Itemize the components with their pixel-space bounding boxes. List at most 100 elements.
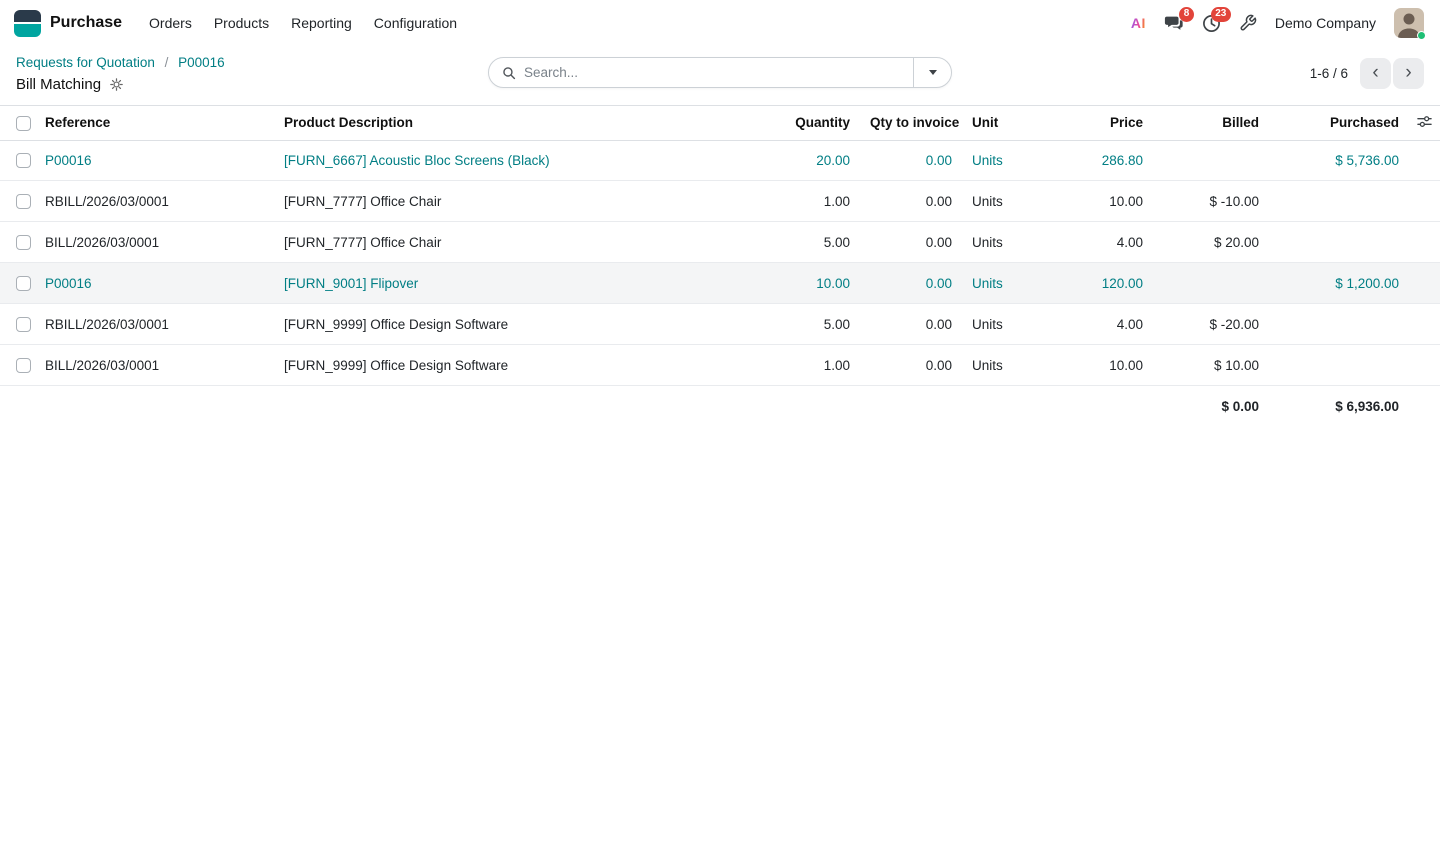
row-price: 120.00: [1060, 263, 1153, 304]
table-row[interactable]: RBILL/2026/03/0001 [FURN_7777] Office Ch…: [0, 181, 1440, 222]
bill-matching-table: Reference Product Description Quantity Q…: [0, 105, 1440, 428]
row-reference[interactable]: P00016: [45, 140, 284, 181]
row-billed: [1153, 140, 1269, 181]
row-billed: [1153, 263, 1269, 304]
app-name[interactable]: Purchase: [50, 14, 122, 32]
row-quantity: 20.00: [745, 140, 860, 181]
sliders-icon: [1417, 114, 1432, 129]
row-reference[interactable]: BILL/2026/03/0001: [45, 345, 284, 386]
main-menu: Orders Products Reporting Configuration: [138, 9, 468, 37]
row-quantity: 10.00: [745, 263, 860, 304]
menu-products[interactable]: Products: [203, 9, 280, 37]
row-unit: Units: [962, 222, 1060, 263]
menu-reporting[interactable]: Reporting: [280, 9, 363, 37]
row-product-description[interactable]: [FURN_9999] Office Design Software: [284, 345, 745, 386]
row-quantity: 5.00: [745, 222, 860, 263]
row-quantity: 1.00: [745, 181, 860, 222]
tools-icon[interactable]: [1239, 14, 1257, 32]
row-reference[interactable]: BILL/2026/03/0001: [45, 222, 284, 263]
table-row[interactable]: P00016 [FURN_6667] Acoustic Bloc Screens…: [0, 140, 1440, 181]
online-status-dot: [1417, 31, 1426, 40]
row-reference[interactable]: P00016: [45, 263, 284, 304]
pager-next-button[interactable]: ›: [1393, 58, 1424, 89]
row-price: 4.00: [1060, 222, 1153, 263]
search-dropdown-toggle[interactable]: [913, 58, 951, 87]
header-purchased[interactable]: Purchased: [1269, 105, 1409, 140]
row-purchased: [1269, 304, 1409, 345]
table-row[interactable]: P00016 [FURN_9001] Flipover 10.00 0.00 U…: [0, 263, 1440, 304]
row-checkbox[interactable]: [16, 235, 31, 250]
billed-total: $ 0.00: [1153, 386, 1269, 428]
row-purchased: [1269, 181, 1409, 222]
search-icon: [502, 66, 516, 80]
row-checkbox[interactable]: [16, 276, 31, 291]
row-unit: Units: [962, 345, 1060, 386]
activities-icon[interactable]: 23: [1202, 14, 1221, 33]
row-checkbox[interactable]: [16, 358, 31, 373]
row-price: 4.00: [1060, 304, 1153, 345]
optional-columns-button[interactable]: [1409, 105, 1440, 140]
row-unit: Units: [962, 304, 1060, 345]
header-qty-to-invoice[interactable]: Qty to invoice: [860, 105, 962, 140]
table-row[interactable]: RBILL/2026/03/0001 [FURN_9999] Office De…: [0, 304, 1440, 345]
row-product-description[interactable]: [FURN_7777] Office Chair: [284, 181, 745, 222]
header-price[interactable]: Price: [1060, 105, 1153, 140]
pager-previous-button[interactable]: ‹: [1360, 58, 1391, 89]
row-billed: $ -10.00: [1153, 181, 1269, 222]
breadcrumb-separator: /: [165, 55, 169, 70]
row-unit: Units: [962, 181, 1060, 222]
purchased-total: $ 6,936.00: [1269, 386, 1409, 428]
select-all-checkbox[interactable]: [16, 116, 31, 131]
user-avatar[interactable]: [1394, 8, 1424, 38]
row-qty-to-invoice: 0.00: [860, 140, 962, 181]
search-bar: [488, 57, 952, 88]
header-product-description[interactable]: Product Description: [284, 105, 745, 140]
search-input[interactable]: [516, 65, 913, 80]
app-icon-top-stripe: [14, 10, 41, 25]
row-purchased: $ 5,736.00: [1269, 140, 1409, 181]
breadcrumb-requests-for-quotation[interactable]: Requests for Quotation: [16, 55, 155, 70]
header-unit[interactable]: Unit: [962, 105, 1060, 140]
header-quantity[interactable]: Quantity: [745, 105, 860, 140]
row-qty-to-invoice: 0.00: [860, 304, 962, 345]
row-price: 10.00: [1060, 181, 1153, 222]
table-row[interactable]: BILL/2026/03/0001 [FURN_9999] Office Des…: [0, 345, 1440, 386]
header-billed[interactable]: Billed: [1153, 105, 1269, 140]
row-quantity: 5.00: [745, 304, 860, 345]
top-navbar: Purchase Orders Products Reporting Confi…: [0, 0, 1440, 46]
ai-icon[interactable]: AI: [1131, 15, 1146, 31]
row-checkbox[interactable]: [16, 153, 31, 168]
row-reference[interactable]: RBILL/2026/03/0001: [45, 181, 284, 222]
row-product-description[interactable]: [FURN_7777] Office Chair: [284, 222, 745, 263]
page-title: Bill Matching: [16, 76, 101, 93]
menu-configuration[interactable]: Configuration: [363, 9, 468, 37]
row-billed: $ 20.00: [1153, 222, 1269, 263]
header-reference[interactable]: Reference: [45, 105, 284, 140]
chevron-right-icon: ›: [1405, 63, 1411, 82]
row-purchased: $ 1,200.00: [1269, 263, 1409, 304]
table-header-row: Reference Product Description Quantity Q…: [0, 105, 1440, 140]
row-billed: $ 10.00: [1153, 345, 1269, 386]
table-row[interactable]: BILL/2026/03/0001 [FURN_7777] Office Cha…: [0, 222, 1440, 263]
row-checkbox[interactable]: [16, 194, 31, 209]
row-product-description[interactable]: [FURN_6667] Acoustic Bloc Screens (Black…: [284, 140, 745, 181]
company-switcher[interactable]: Demo Company: [1275, 15, 1376, 31]
row-product-description[interactable]: [FURN_9999] Office Design Software: [284, 304, 745, 345]
row-qty-to-invoice: 0.00: [860, 345, 962, 386]
action-menu-gear-icon[interactable]: [110, 78, 123, 91]
row-checkbox[interactable]: [16, 317, 31, 332]
row-price: 10.00: [1060, 345, 1153, 386]
row-qty-to-invoice: 0.00: [860, 181, 962, 222]
row-billed: $ -20.00: [1153, 304, 1269, 345]
row-qty-to-invoice: 0.00: [860, 263, 962, 304]
chevron-left-icon: ‹: [1372, 63, 1378, 82]
pager-range: 1-6 / 6: [1310, 66, 1348, 81]
row-qty-to-invoice: 0.00: [860, 222, 962, 263]
row-reference[interactable]: RBILL/2026/03/0001: [45, 304, 284, 345]
menu-orders[interactable]: Orders: [138, 9, 203, 37]
breadcrumb-p00016[interactable]: P00016: [178, 55, 225, 70]
row-product-description[interactable]: [FURN_9001] Flipover: [284, 263, 745, 304]
messages-icon[interactable]: 8: [1164, 14, 1184, 33]
row-unit: Units: [962, 140, 1060, 181]
purchase-app-icon[interactable]: [14, 10, 41, 37]
